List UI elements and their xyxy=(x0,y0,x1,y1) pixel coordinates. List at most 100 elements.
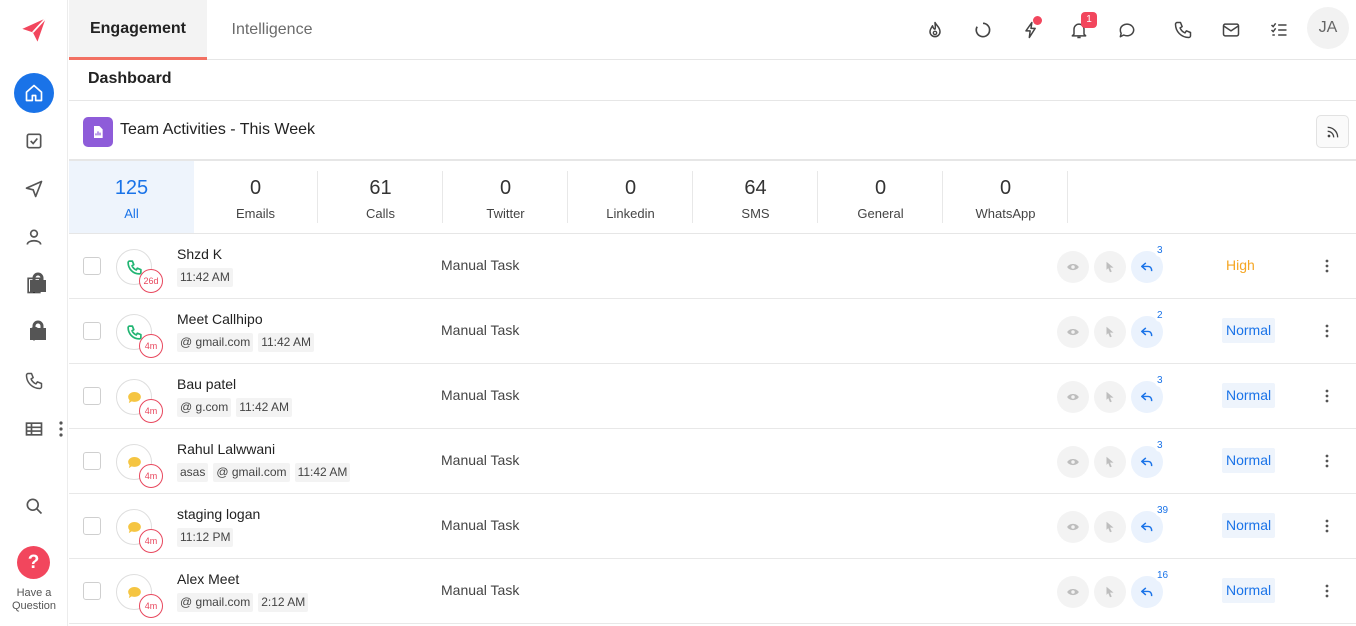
sidebar-item-sequences[interactable] xyxy=(14,169,54,209)
send-icon xyxy=(25,180,43,198)
bolt-icon[interactable] xyxy=(1019,16,1043,42)
more-options-icon[interactable] xyxy=(1324,454,1330,468)
loader-icon[interactable] xyxy=(971,18,995,42)
reply-button[interactable]: 39 xyxy=(1131,505,1171,543)
contact-name[interactable]: Shzd K xyxy=(177,246,222,262)
stat-tab-calls[interactable]: 61 Calls xyxy=(318,161,443,233)
more-options-icon[interactable] xyxy=(1324,259,1330,273)
help-button[interactable]: ? xyxy=(17,546,50,579)
view-button[interactable] xyxy=(1057,381,1089,413)
mail-icon[interactable] xyxy=(1219,18,1243,42)
search-icon xyxy=(26,498,43,515)
view-button[interactable] xyxy=(1057,511,1089,543)
row-checkbox[interactable] xyxy=(83,257,101,275)
click-button[interactable] xyxy=(1094,251,1126,283)
click-button[interactable] xyxy=(1094,511,1126,543)
priority-badge: Normal xyxy=(1222,318,1276,343)
stat-tab-whatsapp[interactable]: 0 WhatsApp xyxy=(943,161,1068,233)
contact-name[interactable]: Rahul Lalwwani xyxy=(177,441,275,457)
priority-badge: High xyxy=(1222,253,1259,278)
activity-row[interactable]: 4m Bau patel @ g.com 11:42 AM Manual Tas… xyxy=(69,364,1356,429)
activity-row[interactable]: 4m Alex Meet @ gmail.com 2:12 AM Manual … xyxy=(69,559,1356,624)
more-vertical-icon[interactable] xyxy=(58,421,64,437)
sidebar-item-reports[interactable] xyxy=(14,409,54,449)
tab-label: Intelligence xyxy=(231,21,313,38)
phone-icon[interactable] xyxy=(1171,18,1195,42)
rss-feed-button[interactable] xyxy=(1316,115,1349,148)
more-options-icon[interactable] xyxy=(1324,519,1330,533)
contact-name[interactable]: Bau patel xyxy=(177,376,236,392)
stat-tab-sms[interactable]: 64 SMS xyxy=(693,161,818,233)
activity-row[interactable]: 4m staging logan 11:12 PM Manual Task 39… xyxy=(69,494,1356,559)
view-button[interactable] xyxy=(1057,251,1089,283)
user-avatar[interactable]: JA xyxy=(1307,7,1349,49)
contact-meta: asas @ gmail.com 11:42 AM xyxy=(177,463,351,482)
tab-engagement[interactable]: Engagement xyxy=(69,0,207,60)
click-button[interactable] xyxy=(1094,316,1126,348)
chat-icon[interactable] xyxy=(1115,18,1139,42)
more-options-icon[interactable] xyxy=(1324,324,1330,338)
row-checkbox[interactable] xyxy=(83,517,101,535)
sms-icon xyxy=(127,586,141,598)
row-checkbox[interactable] xyxy=(83,582,101,600)
breadcrumb: Dashboard xyxy=(69,60,1356,101)
tab-intelligence[interactable]: Intelligence xyxy=(207,0,337,60)
stat-tab-twitter[interactable]: 0 Twitter xyxy=(443,161,568,233)
sidebar-item-home[interactable] xyxy=(14,73,54,113)
click-button[interactable] xyxy=(1094,446,1126,478)
click-button[interactable] xyxy=(1094,576,1126,608)
contact-name[interactable]: Alex Meet xyxy=(177,571,239,587)
activity-row[interactable]: 26d Shzd K 11:42 AM Manual Task 3 High xyxy=(69,234,1356,299)
contact-name[interactable]: staging logan xyxy=(177,506,260,522)
help-label[interactable]: Have a Question xyxy=(0,587,68,613)
help-label-line2: Question xyxy=(11,600,57,612)
eye-icon xyxy=(1067,588,1079,596)
reply-button[interactable]: 2 xyxy=(1131,310,1165,348)
call-icon xyxy=(126,324,142,340)
stat-value: 0 xyxy=(249,177,262,199)
stat-label: All xyxy=(124,206,139,221)
reply-button[interactable]: 16 xyxy=(1131,570,1171,608)
view-button[interactable] xyxy=(1057,446,1089,478)
priority-badge: Normal xyxy=(1222,513,1276,538)
sidebar-item-contacts[interactable] xyxy=(14,217,54,257)
click-button[interactable] xyxy=(1094,381,1126,413)
stat-tab-all[interactable]: 125 All xyxy=(69,161,194,233)
bell-icon[interactable]: 1 xyxy=(1067,12,1097,42)
home-icon xyxy=(25,84,43,102)
row-checkbox[interactable] xyxy=(83,322,101,340)
reply-button[interactable]: 3 xyxy=(1131,375,1165,413)
sidebar-item-accounts[interactable] xyxy=(14,265,54,305)
checklist-icon[interactable] xyxy=(1267,18,1291,42)
call-icon xyxy=(126,259,142,275)
brand-logo-icon[interactable] xyxy=(20,16,48,44)
reply-button[interactable]: 3 xyxy=(1131,440,1165,478)
activity-row[interactable]: 4m Rahul Lalwwani asas @ gmail.com 11:42… xyxy=(69,429,1356,494)
meta-chip: 11:42 AM xyxy=(177,268,233,287)
sidebar-search-button[interactable] xyxy=(14,486,54,526)
stat-tab-linkedin[interactable]: 0 Linkedin xyxy=(568,161,693,233)
activity-age-badge: 4m xyxy=(139,594,163,618)
tab-label: Engagement xyxy=(89,19,186,37)
sidebar-item-deals[interactable] xyxy=(14,313,54,353)
avatar-initials: JA xyxy=(1318,19,1338,36)
stat-label: Twitter xyxy=(486,206,525,221)
activity-row[interactable]: 4m Meet Callhipo @ gmail.com 11:42 AM Ma… xyxy=(69,299,1356,364)
activity-age-badge: 4m xyxy=(139,334,163,358)
meta-chip: 11:12 PM xyxy=(177,528,234,547)
stat-tab-general[interactable]: 0 General xyxy=(818,161,943,233)
row-checkbox[interactable] xyxy=(83,387,101,405)
flame-icon[interactable] xyxy=(923,18,947,42)
reply-button[interactable]: 3 xyxy=(1131,245,1165,283)
contact-name[interactable]: Meet Callhipo xyxy=(177,311,263,327)
sidebar-item-tasks[interactable] xyxy=(14,121,54,161)
row-checkbox[interactable] xyxy=(83,452,101,470)
view-button[interactable] xyxy=(1057,316,1089,348)
more-options-icon[interactable] xyxy=(1324,584,1330,598)
more-options-icon[interactable] xyxy=(1324,389,1330,403)
view-button[interactable] xyxy=(1057,576,1089,608)
task-type: Manual Task xyxy=(441,257,520,273)
sidebar-item-calls[interactable] xyxy=(14,361,54,401)
stat-tab-emails[interactable]: 0 Emails xyxy=(193,161,318,233)
meta-chip: @ gmail.com xyxy=(177,593,254,612)
